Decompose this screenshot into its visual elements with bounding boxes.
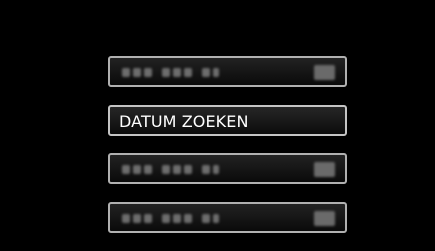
menu-item-label: DATUM ZOEKEN [119, 112, 249, 131]
blurred-glyph [202, 214, 210, 223]
blurred-glyph [173, 68, 181, 77]
blurred-glyph [184, 68, 192, 77]
blurred-glyph [122, 68, 130, 77]
menu-item-4[interactable] [108, 202, 347, 233]
menu-item-3[interactable] [108, 153, 347, 184]
blurred-block-icon [314, 65, 335, 80]
blurred-glyph [184, 214, 192, 223]
blurred-label [122, 68, 219, 77]
blurred-glyph [213, 214, 219, 223]
blurred-glyph [213, 68, 219, 77]
blurred-glyph [202, 68, 210, 77]
blurred-glyph [144, 214, 152, 223]
blurred-glyph [162, 214, 170, 223]
blurred-glyph [173, 165, 181, 174]
blurred-glyph [133, 165, 141, 174]
blurred-glyph [144, 68, 152, 77]
menu-list: DATUM ZOEKEN [108, 56, 347, 233]
menu-item-datum-zoeken[interactable]: DATUM ZOEKEN [108, 105, 347, 136]
blurred-glyph [122, 214, 130, 223]
blurred-glyph [133, 214, 141, 223]
blurred-label [122, 214, 219, 223]
blurred-block-icon [314, 211, 335, 226]
blurred-glyph [184, 165, 192, 174]
blurred-glyph [162, 68, 170, 77]
blurred-glyph [122, 165, 130, 174]
blurred-glyph [144, 165, 152, 174]
blurred-glyph [133, 68, 141, 77]
blurred-glyph [202, 165, 210, 174]
menu-item-1[interactable] [108, 56, 347, 87]
blurred-label [122, 165, 219, 174]
blurred-block-icon [314, 162, 335, 177]
blurred-glyph [173, 214, 181, 223]
blurred-glyph [213, 165, 219, 174]
blurred-glyph [162, 165, 170, 174]
